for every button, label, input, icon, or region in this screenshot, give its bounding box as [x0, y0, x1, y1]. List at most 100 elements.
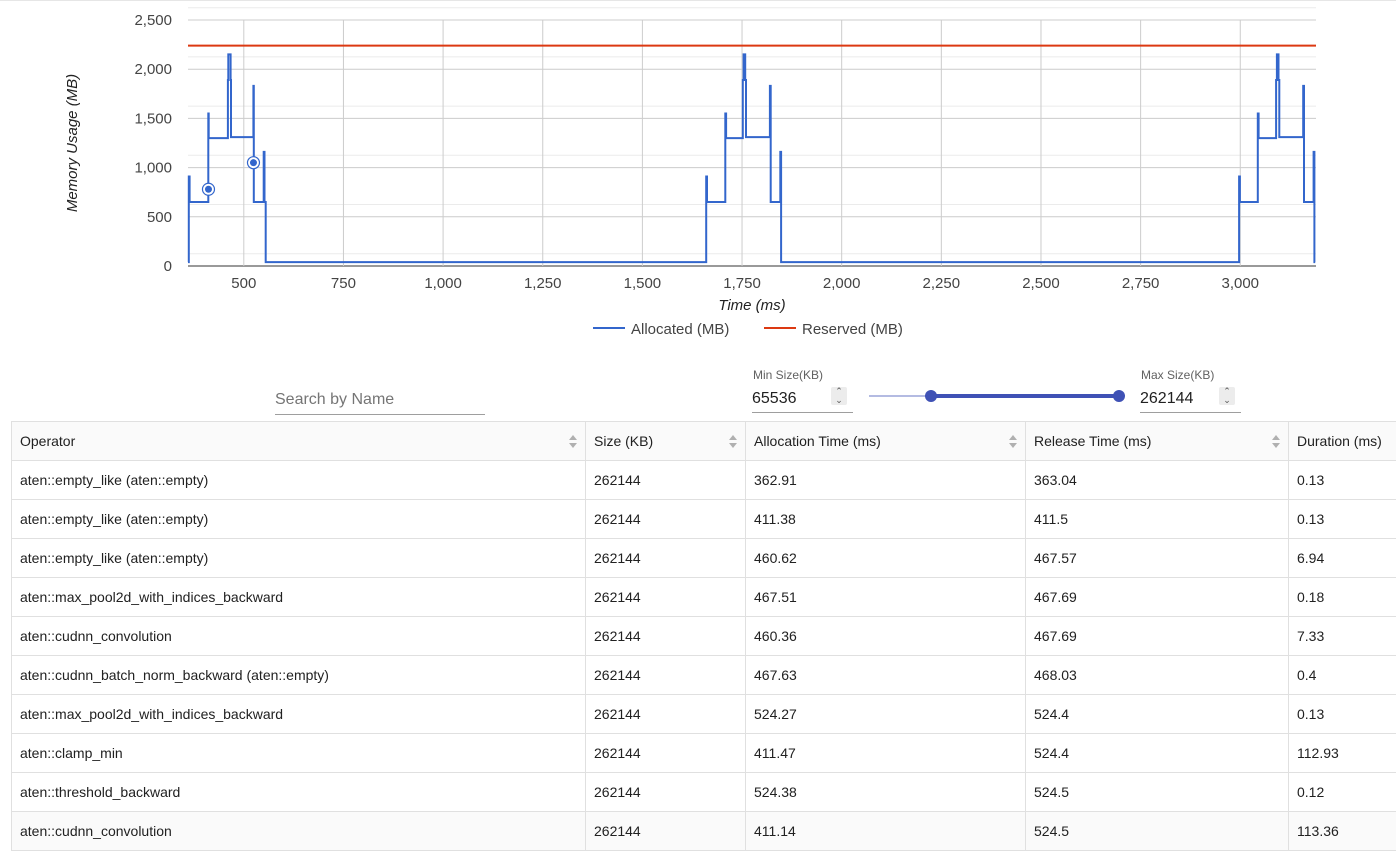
- max-size-value: 262144: [1140, 390, 1194, 407]
- allocation-time-cell: 524.38: [745, 772, 1026, 812]
- x-tick-label: 1,000: [424, 275, 462, 292]
- legend-allocated-label: Allocated (MB): [631, 321, 729, 338]
- y-axis-ticks: 0 500 1,000 1,500 2,000 2,500: [134, 12, 172, 275]
- size-cell: 262144: [585, 655, 746, 695]
- operator-cell: aten::empty_like (aten::empty): [11, 499, 586, 539]
- release-time-cell: 363.04: [1025, 460, 1289, 500]
- table-row[interactable]: aten::empty_like (aten::empty) 262144 411.…: [11, 499, 1396, 539]
- column-header-label: Size (KB): [594, 433, 654, 449]
- size-cell: 262144: [585, 733, 746, 773]
- y-tick-label: 2,500: [134, 12, 172, 29]
- x-tick-label: 2,500: [1022, 275, 1060, 292]
- x-tick-label: 2,250: [923, 275, 961, 292]
- table-row[interactable]: aten::cudnn_convolution 262144 460.36 467.6…: [11, 616, 1396, 656]
- x-axis-label: Time (ms): [718, 297, 785, 314]
- operator-cell: aten::max_pool2d_with_indices_backward: [11, 577, 586, 617]
- allocation-time-cell: 411.38: [745, 499, 1026, 539]
- event-marker-dot: [249, 159, 257, 167]
- table-row[interactable]: aten::cudnn_batch_norm_backward (aten::e…: [11, 655, 1396, 695]
- table-row[interactable]: aten::threshold_backward 262144 524.38 524.…: [11, 772, 1396, 812]
- size-range-slider[interactable]: [869, 388, 1129, 404]
- chart-series: [187, 44, 1316, 264]
- operator-cell: aten::cudnn_convolution: [11, 616, 586, 656]
- release-time-cell: 524.4: [1025, 694, 1289, 734]
- x-tick-label: 1,250: [524, 275, 562, 292]
- event-marker-dot: [204, 185, 212, 193]
- slider-max-thumb[interactable]: [1113, 390, 1125, 402]
- column-header-size[interactable]: Size (KB): [585, 421, 746, 461]
- allocated-series-line: [187, 53, 1316, 264]
- sort-icon[interactable]: [1009, 435, 1017, 449]
- table-row[interactable]: aten::max_pool2d_with_indices_backward 26…: [11, 577, 1396, 617]
- operator-cell: aten::cudnn_batch_norm_backward (aten::e…: [11, 655, 586, 695]
- duration-cell: 113.36: [1288, 811, 1396, 851]
- chevron-down-icon[interactable]: ⌄: [1219, 396, 1235, 405]
- sort-icon[interactable]: [1272, 435, 1280, 449]
- operator-cell: aten::empty_like (aten::empty): [11, 538, 586, 578]
- operator-cell: aten::max_pool2d_with_indices_backward: [11, 694, 586, 734]
- duration-cell: 7.33: [1288, 616, 1396, 656]
- chevron-down-icon[interactable]: ⌄: [831, 396, 847, 405]
- search-input[interactable]: [275, 386, 485, 415]
- y-tick-label: 0: [164, 258, 172, 275]
- size-cell: 262144: [585, 694, 746, 734]
- x-tick-label: 3,000: [1221, 275, 1259, 292]
- allocation-time-cell: 467.63: [745, 655, 1026, 695]
- column-header-operator[interactable]: Operator: [11, 421, 586, 461]
- memory-events-table: Operator Size (KB) Allocation Time (ms) …: [11, 421, 1396, 851]
- size-cell: 262144: [585, 616, 746, 656]
- duration-cell: 0.13: [1288, 499, 1396, 539]
- allocation-time-cell: 467.51: [745, 577, 1026, 617]
- duration-cell: 6.94: [1288, 538, 1396, 578]
- y-tick-label: 1,500: [134, 110, 172, 127]
- max-size-field[interactable]: 262144 ⌃ ⌄: [1140, 382, 1241, 413]
- max-size-label: Max Size(KB): [1141, 368, 1215, 382]
- slider-min-thumb[interactable]: [925, 390, 937, 402]
- legend-reserved-label: Reserved (MB): [802, 321, 903, 338]
- y-tick-label: 1,000: [134, 160, 172, 177]
- column-header-release-time[interactable]: Release Time (ms): [1025, 421, 1289, 461]
- min-size-stepper[interactable]: ⌃ ⌄: [831, 387, 847, 405]
- column-header-duration[interactable]: Duration (ms): [1288, 421, 1396, 461]
- release-time-cell: 524.5: [1025, 811, 1289, 851]
- sort-icon[interactable]: [569, 435, 577, 449]
- table-row[interactable]: aten::empty_like (aten::empty) 262144 362.…: [11, 460, 1396, 500]
- filter-bar: Min Size(KB) 65536 ⌃ ⌄ Max Size(KB) 2621…: [0, 360, 1396, 420]
- x-tick-label: 2,750: [1122, 275, 1160, 292]
- column-header-allocation-time[interactable]: Allocation Time (ms): [745, 421, 1026, 461]
- min-size-value: 65536: [752, 390, 797, 407]
- size-cell: 262144: [585, 772, 746, 812]
- table-row[interactable]: aten::max_pool2d_with_indices_backward 26…: [11, 694, 1396, 734]
- x-tick-label: 1,500: [624, 275, 662, 292]
- max-size-stepper[interactable]: ⌃ ⌄: [1219, 387, 1235, 405]
- x-tick-label: 1,750: [723, 275, 761, 292]
- allocation-time-cell: 411.14: [745, 811, 1026, 851]
- release-time-cell: 411.5: [1025, 499, 1289, 539]
- x-tick-label: 2,000: [823, 275, 861, 292]
- table-row[interactable]: aten::empty_like (aten::empty) 262144 460.…: [11, 538, 1396, 578]
- release-time-cell: 467.57: [1025, 538, 1289, 578]
- duration-cell: 112.93: [1288, 733, 1396, 773]
- release-time-cell: 467.69: [1025, 616, 1289, 656]
- operator-cell: aten::cudnn_convolution: [11, 811, 586, 851]
- sort-icon[interactable]: [729, 435, 737, 449]
- allocation-time-cell: 411.47: [745, 733, 1026, 773]
- operator-cell: aten::empty_like (aten::empty): [11, 460, 586, 500]
- table-row[interactable]: aten::cudnn_convolution 262144 411.14 524.5…: [11, 811, 1396, 851]
- duration-cell: 0.4: [1288, 655, 1396, 695]
- column-header-label: Release Time (ms): [1034, 433, 1152, 449]
- release-time-cell: 467.69: [1025, 577, 1289, 617]
- column-header-label: Allocation Time (ms): [754, 433, 881, 449]
- chart-markers: [201, 156, 261, 196]
- y-tick-label: 500: [147, 209, 172, 226]
- size-cell: 262144: [585, 460, 746, 500]
- allocation-time-cell: 460.62: [745, 538, 1026, 578]
- operator-cell: aten::clamp_min: [11, 733, 586, 773]
- min-size-field[interactable]: 65536 ⌃ ⌄: [752, 382, 853, 413]
- size-cell: 262144: [585, 499, 746, 539]
- allocation-time-cell: 524.27: [745, 694, 1026, 734]
- table-row[interactable]: aten::clamp_min 262144 411.47 524.4 112.93: [11, 733, 1396, 773]
- allocation-time-cell: 460.36: [745, 616, 1026, 656]
- release-time-cell: 468.03: [1025, 655, 1289, 695]
- slider-track: [931, 394, 1119, 398]
